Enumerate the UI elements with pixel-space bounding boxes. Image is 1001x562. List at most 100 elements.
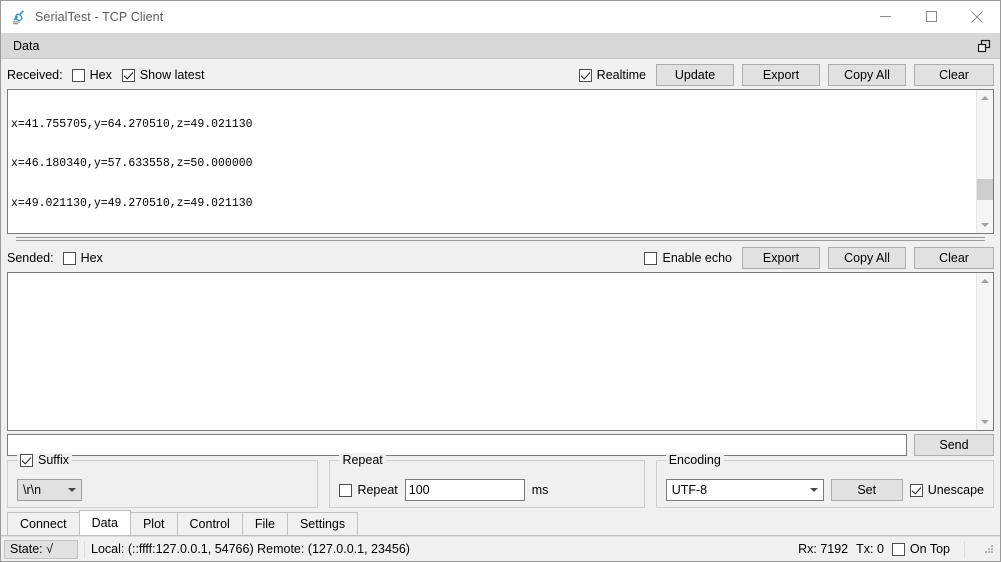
- tab-plot[interactable]: Plot: [129, 512, 178, 535]
- received-export-button[interactable]: Export: [742, 64, 820, 86]
- encoding-set-button[interactable]: Set: [830, 479, 903, 501]
- app-icon: [11, 9, 27, 25]
- scroll-down-arrow-icon[interactable]: [977, 414, 993, 430]
- application-window: SerialTest - TCP Client Data Received: H…: [0, 0, 1001, 562]
- connection-info: Local: (::ffff:127.0.0.1, 54766) Remote:…: [91, 542, 410, 556]
- state-badge: State: √: [4, 539, 78, 559]
- options-groups: Suffix \r\n Repeat Repeat 100 ms Encodin…: [7, 453, 994, 508]
- repeat-group: Repeat Repeat 100 ms: [329, 453, 645, 508]
- suffix-value: \r\n: [23, 483, 42, 497]
- scrollbar-thumb[interactable]: [977, 179, 993, 201]
- unescape-checkbox[interactable]: Unescape: [909, 483, 984, 497]
- checkbox-box: [121, 68, 135, 82]
- suffix-combobox[interactable]: \r\n: [17, 479, 82, 501]
- received-line: x=41.755705,y=64.270510,z=49.021130: [11, 117, 253, 131]
- realtime-checkbox[interactable]: Realtime: [578, 68, 646, 82]
- received-horizontal-scrollbar[interactable]: [7, 235, 994, 244]
- received-vertical-scrollbar[interactable]: [976, 90, 993, 233]
- status-divider: [964, 540, 965, 558]
- suffix-checkbox[interactable]: Suffix: [20, 453, 69, 467]
- chevron-down-icon: [63, 488, 81, 492]
- tab-connect[interactable]: Connect: [7, 512, 80, 535]
- chevron-down-icon: [805, 488, 823, 492]
- received-copy-all-button[interactable]: Copy All: [828, 64, 906, 86]
- show-latest-checkbox[interactable]: Show latest: [121, 68, 205, 82]
- send-input-row: Send: [7, 431, 994, 459]
- repeat-unit-label: ms: [531, 483, 549, 497]
- received-toolbar: Received: Hex Show latest Realtime Updat…: [7, 59, 994, 89]
- repeat-group-body: Repeat 100 ms: [330, 461, 643, 507]
- sended-textarea[interactable]: [7, 272, 994, 431]
- minimize-button[interactable]: [862, 1, 908, 32]
- received-text-content: x=41.755705,y=64.270510,z=49.021130 x=46…: [8, 90, 976, 233]
- scroll-down-arrow-icon[interactable]: [977, 217, 993, 233]
- maximize-button[interactable]: [908, 1, 954, 32]
- tab-bar: Connect Data Plot Control File Settings: [1, 510, 1000, 536]
- repeat-checkbox[interactable]: Repeat: [339, 483, 398, 497]
- suffix-group: Suffix \r\n: [7, 453, 319, 508]
- sended-label: Sended:: [7, 251, 54, 265]
- scroll-up-arrow-icon[interactable]: [977, 90, 993, 106]
- checkbox-box: [62, 251, 76, 265]
- received-hex-label: Hex: [89, 68, 112, 82]
- scrollbar-track[interactable]: [977, 106, 993, 217]
- encoding-combobox[interactable]: UTF-8: [665, 479, 824, 501]
- enable-echo-label: Enable echo: [662, 251, 732, 265]
- encoding-group-body: UTF-8 Set Unescape: [657, 461, 993, 507]
- show-latest-label: Show latest: [139, 68, 205, 82]
- received-hex-checkbox[interactable]: Hex: [71, 68, 112, 82]
- scrollbar-track: [16, 237, 985, 238]
- send-button[interactable]: Send: [914, 434, 994, 456]
- repeat-checkbox-label: Repeat: [357, 483, 398, 497]
- tab-data[interactable]: Data: [78, 510, 131, 535]
- title-bar: SerialTest - TCP Client: [1, 1, 1000, 33]
- encoding-value: UTF-8: [671, 483, 708, 497]
- rx-counter: Rx: 7192: [798, 542, 849, 556]
- checkbox-box: [71, 68, 85, 82]
- close-button[interactable]: [954, 1, 1000, 32]
- window-title: SerialTest - TCP Client: [35, 9, 164, 24]
- resize-grip-icon[interactable]: [983, 543, 995, 555]
- sended-export-button[interactable]: Export: [742, 247, 820, 269]
- checkbox-box: [909, 483, 923, 497]
- on-top-label: On Top: [909, 542, 950, 556]
- received-clear-button[interactable]: Clear: [914, 64, 994, 86]
- sended-copy-all-button[interactable]: Copy All: [828, 247, 906, 269]
- sended-clear-button[interactable]: Clear: [914, 247, 994, 269]
- float-window-icon[interactable]: [977, 39, 991, 53]
- menu-item-data[interactable]: Data: [5, 39, 47, 53]
- scrollbar-track[interactable]: [977, 289, 993, 414]
- received-line: x=46.180340,y=57.633558,z=50.000000: [11, 157, 253, 171]
- encoding-group: Encoding UTF-8 Set Unescape: [655, 453, 994, 508]
- tab-settings[interactable]: Settings: [286, 512, 359, 535]
- tab-file[interactable]: File: [241, 512, 288, 535]
- send-input[interactable]: [7, 434, 907, 456]
- sended-hex-checkbox[interactable]: Hex: [62, 251, 103, 265]
- checkbox-box: [891, 542, 905, 556]
- suffix-group-body: \r\n: [8, 461, 317, 507]
- suffix-label: Suffix: [38, 453, 70, 467]
- tab-control[interactable]: Control: [176, 512, 243, 535]
- suffix-group-title: Suffix: [17, 453, 73, 467]
- sended-hex-label: Hex: [80, 251, 103, 265]
- status-right-group: Rx: 7192 Tx: 0 On Top: [798, 540, 997, 558]
- update-button[interactable]: Update: [656, 64, 734, 86]
- checkbox-box: [644, 251, 658, 265]
- checkbox-box: [339, 483, 353, 497]
- unescape-label: Unescape: [927, 483, 984, 497]
- sended-toolbar: Sended: Hex Enable echo Export Copy All …: [7, 244, 994, 272]
- scrollbar-thumb: [16, 240, 985, 241]
- status-bar: State: √ Local: (::ffff:127.0.0.1, 54766…: [1, 536, 1000, 561]
- sended-vertical-scrollbar[interactable]: [976, 273, 993, 430]
- sended-text-content: [8, 273, 976, 430]
- encoding-group-title: Encoding: [665, 453, 724, 467]
- scroll-up-arrow-icon[interactable]: [977, 273, 993, 289]
- repeat-interval-input[interactable]: 100: [404, 479, 525, 501]
- received-textarea[interactable]: x=41.755705,y=64.270510,z=49.021130 x=46…: [7, 89, 994, 234]
- enable-echo-checkbox[interactable]: Enable echo: [644, 251, 732, 265]
- on-top-checkbox[interactable]: On Top: [891, 542, 950, 556]
- received-label: Received:: [7, 68, 63, 82]
- checkbox-box: [578, 68, 592, 82]
- data-panel: Received: Hex Show latest Realtime Updat…: [1, 59, 1000, 508]
- window-controls: [862, 1, 1000, 32]
